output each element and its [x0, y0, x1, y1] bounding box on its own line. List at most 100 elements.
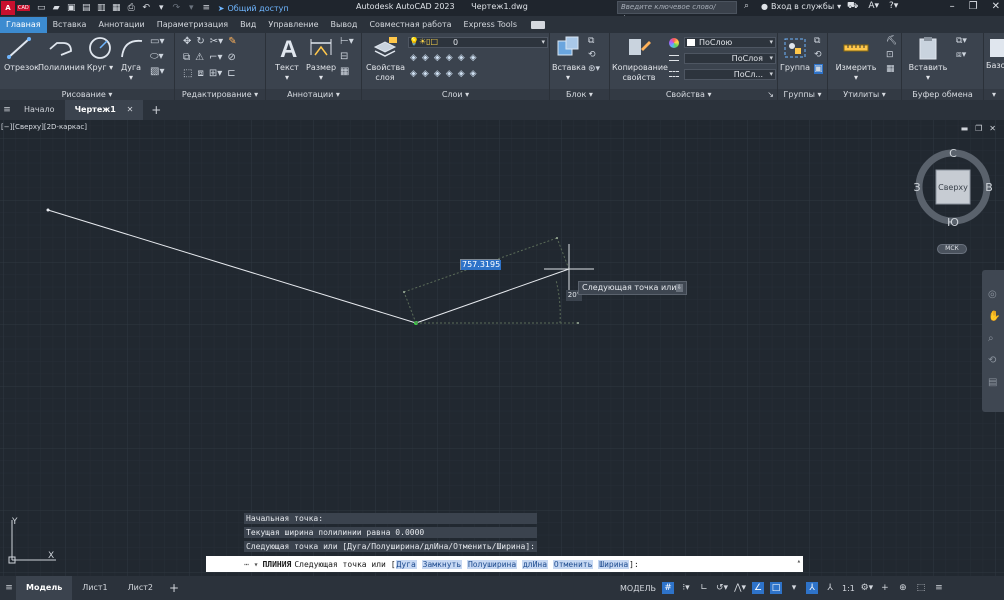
ribbon-minimize-toggle[interactable]: [531, 21, 546, 29]
layer-tool-12-icon[interactable]: ◈: [470, 69, 477, 79]
layer-tool-2-icon[interactable]: ◈: [422, 53, 429, 63]
tab-parametric[interactable]: Параметризация: [151, 17, 234, 33]
model-space-button[interactable]: МОДЕЛЬ: [620, 584, 656, 593]
create-block-icon[interactable]: ⧉: [588, 36, 600, 46]
plot-icon[interactable]: ⎙: [126, 3, 137, 13]
autocad-logo-icon[interactable]: A: [1, 1, 15, 15]
layer-tool-11-icon[interactable]: ◈: [458, 69, 465, 79]
close-icon[interactable]: ✕: [992, 1, 1000, 12]
layer-tool-5-icon[interactable]: ◈: [458, 53, 465, 63]
tab-view[interactable]: Вид: [234, 17, 262, 33]
move-icon[interactable]: ✥: [183, 36, 191, 47]
layer-tool-6-icon[interactable]: ◈: [470, 53, 477, 63]
insert-block-button[interactable]: Вставка ▾: [552, 35, 586, 83]
command-option[interactable]: Замкнуть: [421, 559, 463, 569]
object-snap-tracking-icon[interactable]: ∠: [752, 582, 765, 594]
search-input[interactable]: Введите ключевое слово/фразу: [617, 1, 737, 22]
linetype-icon[interactable]: [669, 71, 679, 77]
isolate-objects-icon[interactable]: ⊕: [897, 582, 909, 594]
tooltip-options-icon[interactable]: ⇩: [676, 284, 683, 292]
panel-clipboard-title[interactable]: Буфер обмена: [902, 89, 983, 100]
tab-start[interactable]: Начало: [14, 100, 65, 120]
text-button[interactable]: A Текст ▾: [274, 35, 300, 83]
leader-icon[interactable]: ⊢▾: [340, 36, 354, 47]
osnap-dropdown-icon[interactable]: ▾: [788, 582, 800, 594]
quick-select-icon[interactable]: ⛏: [886, 36, 897, 46]
group-select-icon[interactable]: ▣: [814, 64, 823, 74]
zoom-icon[interactable]: ⌕: [988, 328, 1000, 350]
tab-output[interactable]: Вывод: [325, 17, 364, 33]
panel-draw-title[interactable]: Рисование ▾: [0, 89, 174, 100]
mirror-icon[interactable]: ⚠: [195, 52, 204, 63]
tab-manage[interactable]: Управление: [262, 17, 324, 33]
layer-tool-10-icon[interactable]: ◈: [446, 69, 453, 79]
viewcube[interactable]: С Ю З В Сверху: [913, 147, 993, 227]
drawing-canvas[interactable]: [0, 120, 1004, 576]
layer-tool-3-icon[interactable]: ◈: [434, 53, 441, 63]
layer-tool-4-icon[interactable]: ◈: [446, 53, 453, 63]
array-icon[interactable]: ⊞▾: [209, 68, 222, 79]
lineweight-select[interactable]: ПоСлоя: [684, 53, 776, 64]
select-all-icon[interactable]: ⊡: [886, 50, 897, 60]
tab-layout2[interactable]: Лист2: [118, 576, 163, 600]
group-button[interactable]: Группа: [780, 35, 810, 73]
redo-dropdown-icon[interactable]: ▾: [186, 3, 197, 13]
polyline-button[interactable]: Полилиния: [38, 35, 85, 73]
ucs-menu-badge[interactable]: МСК: [937, 244, 967, 254]
stretch-icon[interactable]: ⬚: [183, 68, 192, 79]
copy-clip-icon[interactable]: ⧉▾: [956, 36, 967, 46]
undo-dropdown-icon[interactable]: ▾: [156, 3, 167, 13]
block-attribute-icon[interactable]: ⊛▾: [588, 64, 600, 74]
layer-tool-1-icon[interactable]: ◈: [410, 53, 417, 63]
command-history-toggle-icon[interactable]: ▴: [797, 557, 801, 565]
drawing-viewport[interactable]: [−][Сверху][2D-каркас] ▬ ❐ ✕ С Ю З В Све…: [0, 120, 1004, 576]
close-icon[interactable]: ✕: [989, 124, 996, 133]
close-icon[interactable]: ✕: [127, 105, 134, 114]
new-tab-icon[interactable]: +: [151, 103, 161, 117]
tab-insert[interactable]: Вставка: [47, 17, 93, 33]
workspace-icon[interactable]: ⚙▾: [861, 582, 874, 594]
command-option[interactable]: Ширина: [598, 559, 630, 569]
panel-annotation-title[interactable]: Аннотации ▾: [266, 89, 361, 100]
restore-icon[interactable]: ❐: [975, 124, 982, 133]
tab-annotate[interactable]: Аннотации: [92, 17, 150, 33]
signin-button[interactable]: ● Вход в службы ▾: [761, 2, 841, 11]
save-web-icon[interactable]: ▦: [111, 3, 122, 13]
paste-button[interactable]: Вставить ▾: [908, 35, 948, 83]
arc-button[interactable]: Дуга ▾: [118, 35, 144, 83]
erase-icon[interactable]: ✎: [228, 36, 236, 47]
pan-icon[interactable]: ✋: [988, 306, 1000, 328]
snap-icon[interactable]: ⁝▾: [680, 582, 692, 594]
color-wheel-icon[interactable]: [669, 38, 679, 48]
viewport-controls-label[interactable]: [−][Сверху][2D-каркас]: [1, 123, 87, 131]
trim-icon[interactable]: ✂▾: [210, 36, 223, 47]
ungroup-icon[interactable]: ⧉: [814, 36, 823, 46]
tab-collaborate[interactable]: Совместная работа: [363, 17, 457, 33]
lineweight-icon[interactable]: [669, 55, 679, 61]
explode-icon[interactable]: ⊘: [228, 52, 236, 63]
showmotion-icon[interactable]: ▤: [988, 372, 1000, 394]
table-grid-icon[interactable]: ▦: [340, 66, 354, 77]
save-icon[interactable]: ▣: [66, 3, 77, 13]
calculator-icon[interactable]: ▦: [886, 64, 897, 74]
dynamic-length-input[interactable]: 757.3195: [460, 259, 502, 270]
command-option[interactable]: Дуга: [395, 559, 417, 569]
rectangle-icon[interactable]: ▭▾: [150, 36, 164, 47]
command-option[interactable]: Отменить: [552, 559, 594, 569]
panel-base-title[interactable]: ▾: [984, 89, 1004, 100]
annotation-monitor-icon[interactable]: +: [879, 582, 891, 594]
add-layout-icon[interactable]: +: [169, 581, 179, 595]
orbit-icon[interactable]: ⟲: [988, 350, 1000, 372]
command-option[interactable]: длИна: [521, 559, 549, 569]
layer-tool-9-icon[interactable]: ◈: [434, 69, 441, 79]
panel-modify-title[interactable]: Редактирование ▾: [175, 89, 265, 100]
scale-icon[interactable]: ⧈: [197, 68, 203, 79]
command-line[interactable]: ⋯ ▾ ПЛИНИЯ Следующая точка или [ Дуга За…: [206, 556, 803, 572]
minimize-icon[interactable]: –: [950, 1, 955, 12]
color-select[interactable]: ПоСлою: [684, 37, 776, 48]
tab-express-tools[interactable]: Express Tools: [458, 17, 524, 33]
isodraft-icon[interactable]: ⋀▾: [734, 582, 746, 594]
tab-home[interactable]: Главная: [0, 17, 47, 33]
group-edit-icon[interactable]: ⟲: [814, 50, 823, 60]
help-icon[interactable]: ?▾: [889, 1, 898, 12]
